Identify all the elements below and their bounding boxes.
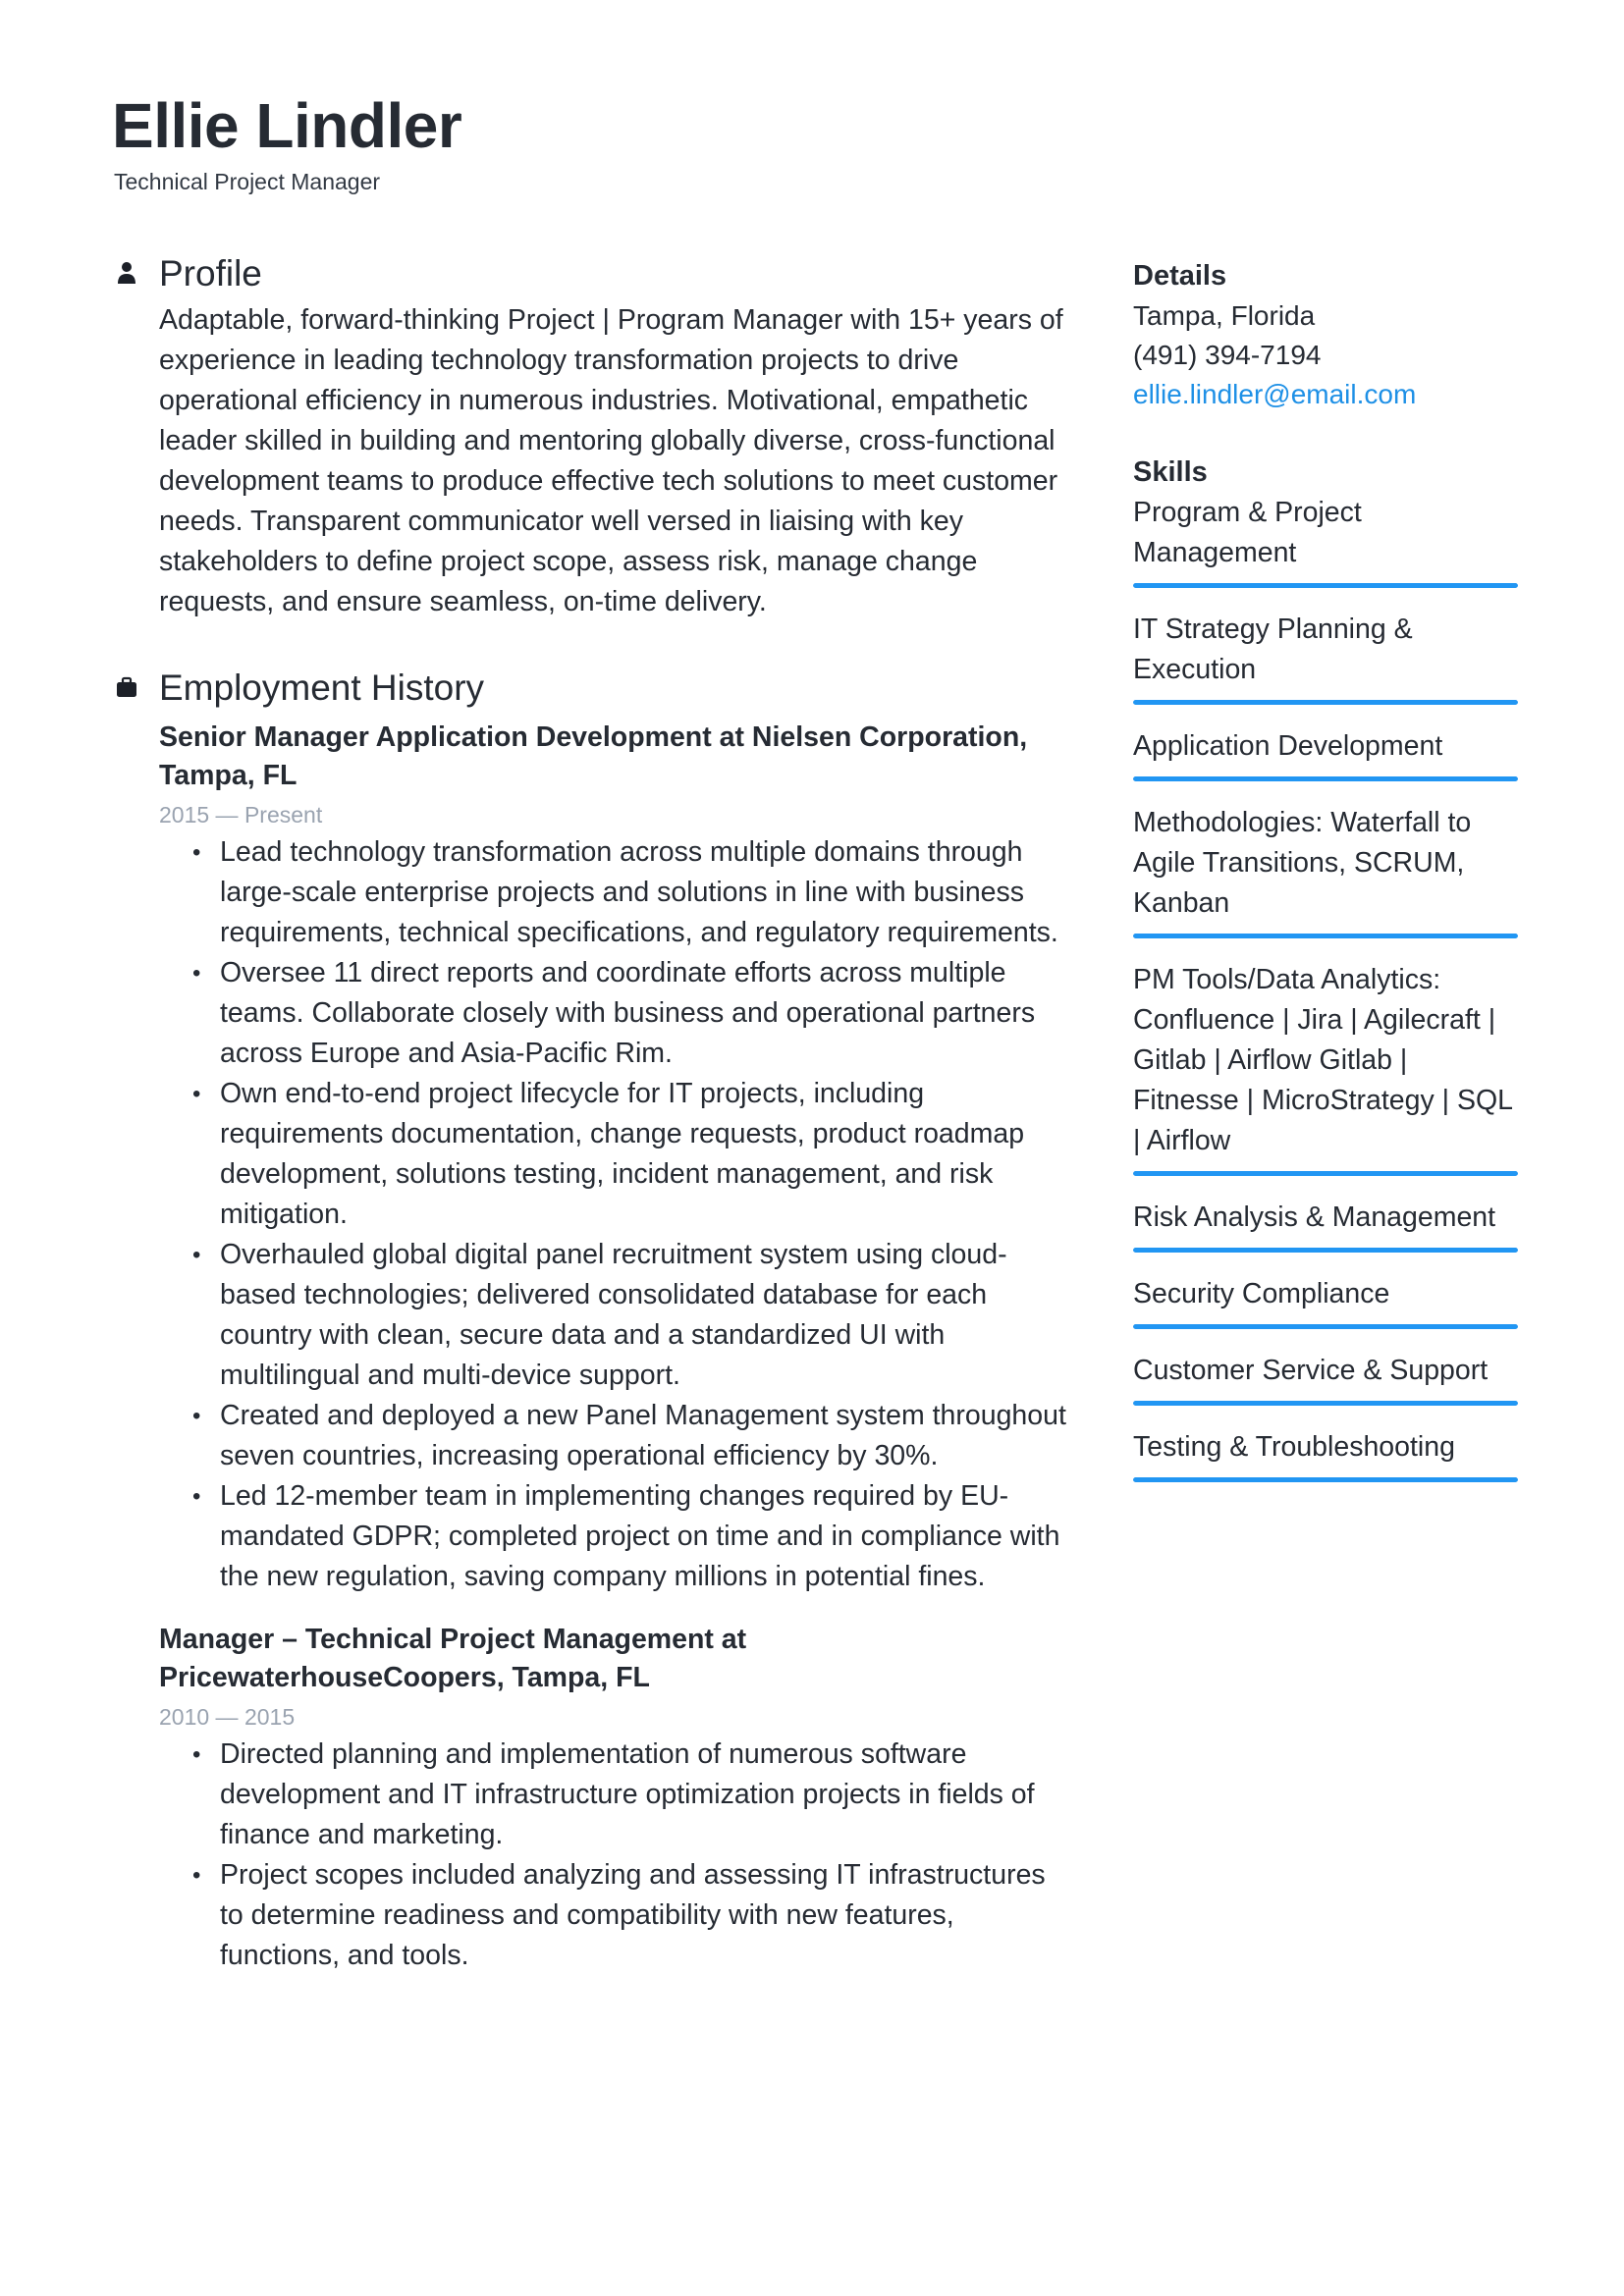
skill-level-bar [1133,1324,1518,1329]
skill-item: Application Development [1133,726,1518,781]
skill-level-bar [1133,700,1518,705]
job-bullets: Directed planning and implementation of … [159,1735,1072,1976]
skill-level-bar [1133,1477,1518,1482]
skill-list: Program & Project Management IT Strategy … [1133,493,1518,1482]
skill-item: Program & Project Management [1133,493,1518,588]
job-bullet: Directed planning and implementation of … [192,1735,1072,1855]
skill-level-bar [1133,1171,1518,1176]
skill-level-bar [1133,1401,1518,1406]
skill-name: Risk Analysis & Management [1133,1201,1496,1233]
profile-summary: Adaptable, forward-thinking Project | Pr… [159,304,1063,617]
skill-level-fill [1133,1248,1518,1253]
skill-item: IT Strategy Planning & Execution [1133,610,1518,705]
skill-level-fill [1133,1477,1518,1482]
skill-level-bar [1133,1248,1518,1253]
job-list: Senior Manager Application Development a… [159,719,1072,1976]
profile-heading: Profile [118,247,1072,300]
main-column: Profile Adaptable, forward-thinking Proj… [117,247,1072,1976]
skill-level-fill [1133,583,1518,588]
skill-name: PM Tools/Data Analytics: Confluence | Ji… [1133,964,1512,1156]
candidate-name: Ellie Lindler [112,90,462,161]
skill-name: Methodologies: Waterfall to Agile Transi… [1133,807,1472,919]
job-bullet: Created and deployed a new Panel Managem… [192,1396,1072,1476]
skill-level-fill [1133,934,1518,938]
skills-section: Skills Program & Project Management IT St… [1133,452,1518,1482]
job-bullets: Lead technology transformation across mu… [159,832,1072,1597]
profile-section: Profile Adaptable, forward-thinking Proj… [118,247,1072,622]
skill-level-bar [1133,776,1518,781]
skill-level-fill [1133,700,1518,705]
skill-level-fill [1133,1401,1518,1406]
details-phone: (491) 394-7194 [1133,340,1322,370]
skill-name: Application Development [1133,730,1443,762]
skill-name: Testing & Troubleshooting [1133,1431,1455,1463]
skill-item: Methodologies: Waterfall to Agile Transi… [1133,803,1518,938]
skill-level-fill [1133,776,1518,781]
person-icon [116,261,137,285]
briefcase-icon [116,675,137,699]
job-dates: 2010 — 2015 [159,1704,296,1730]
skill-item: Security Compliance [1133,1274,1518,1329]
job-entry: Manager – Technical Project Management a… [159,1621,1072,1976]
job-bullet: Oversee 11 direct reports and coordinate… [192,953,1072,1074]
skill-name: Customer Service & Support [1133,1355,1489,1386]
employment-heading: Employment History [117,662,1072,715]
job-bullet: Led 12-member team in implementing chang… [192,1476,1072,1597]
job-bullet: Overhauled global digital panel recruitm… [192,1235,1072,1396]
candidate-job-title: Technical Project Manager [114,169,381,194]
skill-name: Program & Project Management [1133,497,1362,568]
employment-heading-label: Employment History [159,667,485,708]
skill-item: PM Tools/Data Analytics: Confluence | Ji… [1133,960,1518,1176]
job-title: Manager – Technical Project Management a… [159,1624,747,1693]
skill-item: Testing & Troubleshooting [1133,1427,1518,1482]
job-entry: Senior Manager Application Development a… [159,719,1072,1597]
employment-section: Employment History Senior Manager Applic… [117,662,1072,1976]
job-bullet: Project scopes included analyzing and as… [192,1855,1072,1976]
skill-name: Security Compliance [1133,1278,1390,1309]
job-bullet: Own end-to-end project lifecycle for IT … [192,1074,1072,1235]
profile-heading-label: Profile [159,253,262,294]
job-dates: 2015 — Present [159,802,323,828]
skill-level-bar [1133,934,1518,938]
details-location: Tampa, Florida [1133,300,1316,331]
job-bullet: Lead technology transformation across mu… [192,832,1072,953]
details-section: Details Tampa, Florida (491) 394-7194 el… [1133,255,1518,414]
skill-name: IT Strategy Planning & Execution [1133,614,1413,685]
skill-level-fill [1133,1171,1518,1176]
details-heading: Details [1133,260,1227,292]
sidebar: Details Tampa, Florida (491) 394-7194 el… [1133,255,1518,1504]
skill-item: Risk Analysis & Management [1133,1198,1518,1253]
skill-level-bar [1133,583,1518,588]
skill-item: Customer Service & Support [1133,1351,1518,1406]
skill-level-fill [1133,1324,1518,1329]
job-title: Senior Manager Application Development a… [159,721,1028,791]
skills-heading: Skills [1133,456,1208,488]
details-email-link[interactable]: ellie.lindler@email.com [1133,379,1416,409]
